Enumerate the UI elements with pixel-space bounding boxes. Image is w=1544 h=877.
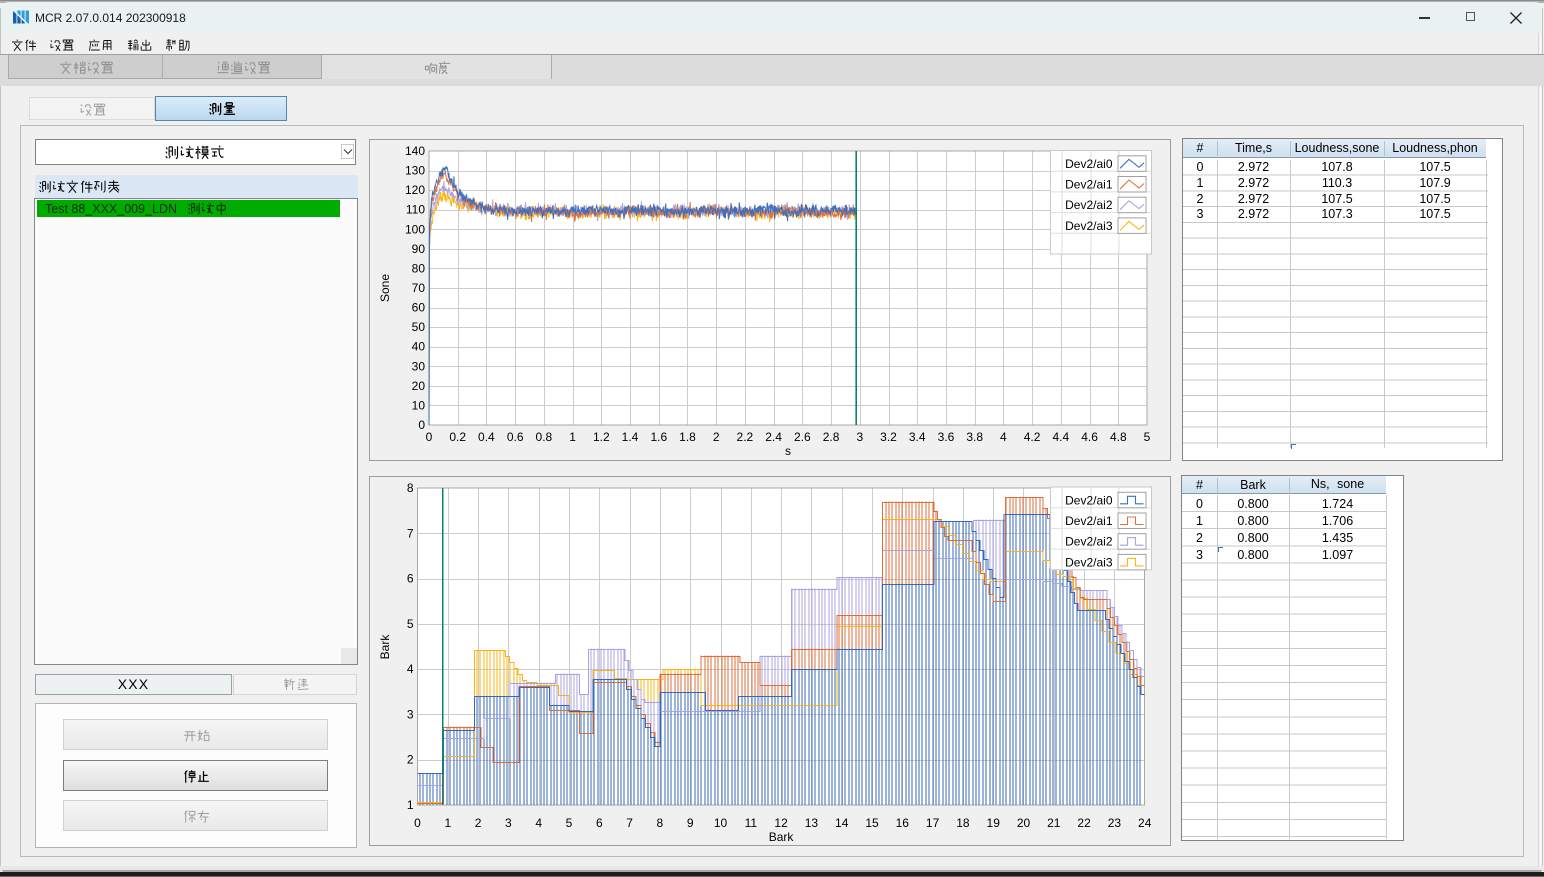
svg-text:19: 19 <box>987 816 1001 830</box>
svg-text:5: 5 <box>407 617 414 631</box>
svg-text:3: 3 <box>407 707 414 721</box>
svg-text:1.8: 1.8 <box>679 430 696 444</box>
svg-text:4: 4 <box>407 662 414 676</box>
svg-text:1: 1 <box>407 798 414 812</box>
svg-text:2.4: 2.4 <box>765 430 782 444</box>
svg-text:60: 60 <box>412 301 426 315</box>
svg-text:1.6: 1.6 <box>650 430 667 444</box>
svg-text:4.4: 4.4 <box>1052 430 1069 444</box>
svg-text:15: 15 <box>865 816 879 830</box>
svg-text:s: s <box>785 444 791 458</box>
svg-text:21: 21 <box>1047 816 1061 830</box>
svg-text:6: 6 <box>596 816 603 830</box>
svg-text:1: 1 <box>569 430 576 444</box>
svg-text:14: 14 <box>835 816 849 830</box>
svg-text:Bark: Bark <box>769 830 795 844</box>
svg-text:2.2: 2.2 <box>737 430 754 444</box>
svg-text:18: 18 <box>956 816 970 830</box>
svg-text:4.6: 4.6 <box>1081 430 1098 444</box>
svg-text:4.8: 4.8 <box>1110 430 1127 444</box>
svg-text:1.2: 1.2 <box>593 430 610 444</box>
svg-text:8: 8 <box>407 481 414 495</box>
svg-text:100: 100 <box>405 222 425 236</box>
svg-text:3.6: 3.6 <box>938 430 955 444</box>
svg-text:Dev2/ai3: Dev2/ai3 <box>1065 555 1113 569</box>
svg-text:9: 9 <box>687 816 694 830</box>
svg-text:Bark: Bark <box>378 634 392 660</box>
svg-text:50: 50 <box>412 320 426 334</box>
svg-text:Sone: Sone <box>378 274 392 302</box>
svg-text:4.2: 4.2 <box>1024 430 1041 444</box>
svg-text:6: 6 <box>407 572 414 586</box>
svg-text:23: 23 <box>1108 816 1122 830</box>
svg-text:Dev2/ai3: Dev2/ai3 <box>1065 219 1113 233</box>
svg-text:90: 90 <box>412 242 426 256</box>
svg-text:17: 17 <box>926 816 940 830</box>
svg-text:3.2: 3.2 <box>880 430 897 444</box>
svg-text:3.8: 3.8 <box>966 430 983 444</box>
svg-text:0.8: 0.8 <box>536 430 553 444</box>
svg-text:1.4: 1.4 <box>622 430 639 444</box>
svg-text:0: 0 <box>414 816 421 830</box>
svg-text:80: 80 <box>412 261 426 275</box>
svg-text:Dev2/ai0: Dev2/ai0 <box>1065 493 1113 507</box>
svg-text:20: 20 <box>412 379 426 393</box>
svg-text:1: 1 <box>444 816 451 830</box>
svg-text:Dev2/ai1: Dev2/ai1 <box>1065 178 1113 192</box>
svg-text:3: 3 <box>856 430 863 444</box>
svg-text:Dev2/ai2: Dev2/ai2 <box>1065 535 1113 549</box>
svg-text:3.4: 3.4 <box>909 430 926 444</box>
svg-text:2: 2 <box>713 430 720 444</box>
svg-text:7: 7 <box>626 816 633 830</box>
svg-text:40: 40 <box>412 340 426 354</box>
svg-text:8: 8 <box>657 816 664 830</box>
svg-text:10: 10 <box>412 398 426 412</box>
svg-text:10: 10 <box>714 816 728 830</box>
svg-text:2.6: 2.6 <box>794 430 811 444</box>
svg-text:13: 13 <box>805 816 819 830</box>
svg-text:5: 5 <box>566 816 573 830</box>
svg-text:12: 12 <box>774 816 788 830</box>
svg-text:2: 2 <box>475 816 482 830</box>
svg-text:Dev2/ai0: Dev2/ai0 <box>1065 157 1113 171</box>
svg-text:11: 11 <box>745 816 758 830</box>
svg-text:2: 2 <box>407 753 414 767</box>
svg-text:20: 20 <box>1017 816 1031 830</box>
svg-text:7: 7 <box>407 526 414 540</box>
svg-text:Dev2/ai2: Dev2/ai2 <box>1065 198 1113 212</box>
svg-text:16: 16 <box>896 816 910 830</box>
svg-text:0: 0 <box>426 430 433 444</box>
svg-text:0.4: 0.4 <box>478 430 495 444</box>
svg-text:3: 3 <box>505 816 512 830</box>
svg-text:30: 30 <box>412 359 426 373</box>
svg-text:0.2: 0.2 <box>449 430 466 444</box>
svg-text:140: 140 <box>405 144 425 158</box>
svg-text:22: 22 <box>1077 816 1091 830</box>
svg-text:24: 24 <box>1138 816 1152 830</box>
svg-text:4: 4 <box>535 816 542 830</box>
svg-text:120: 120 <box>405 183 425 197</box>
svg-text:2.8: 2.8 <box>823 430 840 444</box>
svg-text:70: 70 <box>412 281 426 295</box>
svg-text:Dev2/ai1: Dev2/ai1 <box>1065 514 1113 528</box>
svg-text:110: 110 <box>406 203 425 217</box>
svg-text:130: 130 <box>405 164 425 178</box>
svg-text:0: 0 <box>418 418 425 432</box>
svg-text:0.6: 0.6 <box>507 430 524 444</box>
svg-text:5: 5 <box>1144 430 1151 444</box>
svg-text:4: 4 <box>1000 430 1007 444</box>
